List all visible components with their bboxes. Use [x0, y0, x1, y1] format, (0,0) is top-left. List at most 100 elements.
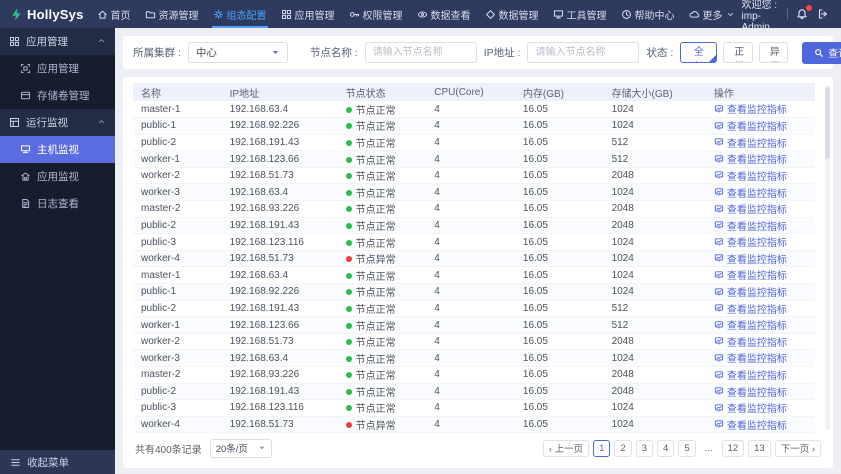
action-chart-icon [714, 321, 723, 329]
view-metrics-link[interactable]: 查看监控指标 [714, 101, 787, 116]
node-mem: 16.05 [514, 150, 604, 168]
node-name: public-2 [133, 300, 222, 318]
table-row: master-2 192.168.93.226 节点正常 4 16.05 2048 查看监控… [133, 200, 815, 218]
collapse-menu-icon [11, 458, 20, 466]
cluster-select[interactable]: 中心 [187, 42, 288, 63]
node-ip: 192.168.123.116 [221, 233, 338, 251]
node-name-input[interactable] [364, 42, 477, 63]
view-metrics-link[interactable]: 查看监控指标 [714, 251, 787, 266]
page-button-2[interactable]: 2 [614, 439, 632, 457]
view-metrics-link[interactable]: 查看监控指标 [714, 185, 787, 200]
view-metrics-link[interactable]: 查看监控指标 [714, 301, 787, 316]
nav-item-help[interactable]: 帮助中心 [614, 0, 682, 28]
status-option-0[interactable]: 全部状态 [680, 42, 718, 63]
node-status: 节点正常 [337, 217, 427, 235]
status-option-2[interactable]: 异常 [758, 42, 789, 63]
sidebar-item-storage[interactable]: 存储卷管理 [0, 82, 115, 109]
main-content: 所属集群 : 中心 节点名称 : IP地址 : 状态 : 全部状态正常异常 查询… [115, 28, 841, 474]
action-chart-icon [714, 354, 723, 362]
page-button-5[interactable]: 5 [678, 439, 696, 457]
action-chart-icon [714, 254, 723, 263]
ip-label: IP地址 : [483, 47, 521, 59]
next-page-button[interactable]: 下一页 › [774, 439, 821, 457]
node-storage: 2048 [603, 383, 706, 401]
view-metrics-link[interactable]: 查看监控指标 [714, 384, 787, 399]
page-button-13[interactable]: 13 [748, 439, 771, 457]
status-option-1[interactable]: 正常 [723, 42, 753, 63]
view-metrics-link[interactable]: 查看监控指标 [714, 284, 787, 299]
node-cpu: 4 [426, 383, 515, 401]
table-row: master-2 192.168.93.226 节点正常 4 16.05 2048 查看监控… [133, 366, 815, 384]
page-button-1[interactable]: 1 [593, 439, 611, 457]
page-size-select[interactable]: 20条/页 [209, 438, 272, 458]
node-ip: 192.168.191.43 [221, 217, 338, 235]
view-metrics-link[interactable]: 查看监控指标 [714, 168, 787, 183]
node-cpu: 4 [426, 200, 515, 218]
sidebar-item-app[interactable]: 应用管理 [0, 55, 115, 82]
node-name: public-3 [133, 399, 222, 417]
query-button[interactable]: 查询 [802, 41, 841, 64]
node-mem: 16.05 [514, 134, 604, 152]
action-chart-icon [714, 138, 723, 146]
column-header: 节点状态 [337, 83, 427, 101]
table-row: public-3 192.168.123.116 节点正常 4 16.05 1024 查看监… [133, 233, 815, 251]
view-metrics-link[interactable]: 查看监控指标 [714, 218, 787, 233]
view-metrics-link[interactable]: 查看监控指标 [714, 118, 787, 133]
node-name: worker-3 [133, 349, 222, 367]
sidebar-section-monitor-grid[interactable]: 运行监视 [0, 109, 115, 136]
folder-icon [145, 10, 155, 18]
nav-item-key[interactable]: 权限管理 [342, 0, 410, 28]
grid-icon [9, 36, 20, 47]
node-ip: 192.168.123.116 [221, 399, 338, 417]
table-scrollbar[interactable] [825, 85, 830, 430]
view-metrics-link[interactable]: 查看监控指标 [714, 417, 787, 432]
ip-input[interactable] [527, 42, 640, 63]
node-ip: 192.168.51.73 [221, 167, 338, 185]
view-metrics-link[interactable]: 查看监控指标 [714, 367, 787, 382]
collapse-menu-button[interactable]: 收起菜单 [0, 450, 115, 474]
scrollbar-thumb[interactable] [825, 87, 830, 159]
action-chart-icon [714, 221, 723, 229]
view-metrics-link[interactable]: 查看监控指标 [714, 135, 787, 150]
view-metrics-link[interactable]: 查看监控指标 [714, 234, 787, 249]
node-status: 节点正常 [337, 316, 427, 334]
page-button-4[interactable]: 4 [657, 439, 675, 457]
node-ip: 192.168.93.226 [221, 200, 338, 218]
node-status: 节点正常 [337, 383, 427, 401]
sidebar-section-grid[interactable]: 应用管理 [0, 28, 115, 55]
view-metrics-link[interactable]: 查看监控指标 [714, 334, 787, 349]
page-button-3[interactable]: 3 [635, 439, 654, 457]
prev-page-button[interactable]: ‹ 上一页 [542, 439, 590, 457]
nav-item-eye[interactable]: 数据查看 [410, 0, 478, 28]
sidebar-item-app-monitor[interactable]: 应用监视 [0, 163, 115, 190]
page-button-12[interactable]: 12 [721, 439, 745, 457]
action-chart-icon [714, 271, 723, 279]
notifications-button[interactable] [796, 5, 812, 20]
node-status: 节点正常 [337, 266, 427, 285]
nav-item-gear[interactable]: 组态配置 [206, 0, 274, 28]
node-status: 节点正常 [337, 150, 427, 168]
node-storage: 512 [603, 316, 706, 334]
view-metrics-link[interactable]: 查看监控指标 [714, 350, 787, 365]
view-metrics-link[interactable]: 查看监控指标 [714, 267, 787, 282]
nav-item-app-grid[interactable]: 应用管理 [274, 0, 342, 28]
view-metrics-link[interactable]: 查看监控指标 [714, 317, 787, 332]
nav-item-cloud[interactable]: 更多 [682, 0, 742, 28]
sidebar-item-log[interactable]: 日志查看 [0, 190, 115, 217]
nav-item-monitor[interactable]: 工具管理 [546, 0, 614, 28]
view-metrics-link[interactable]: 查看监控指标 [714, 400, 787, 415]
home-icon [97, 10, 107, 19]
view-metrics-link[interactable]: 查看监控指标 [714, 151, 787, 166]
node-name: worker-1 [133, 150, 222, 168]
node-storage: 1024 [603, 250, 706, 268]
column-header: CPU(Core) [426, 83, 515, 101]
logout-icon[interactable] [817, 8, 829, 20]
view-metrics-link[interactable]: 查看监控指标 [714, 201, 787, 216]
status-dot-icon [345, 106, 352, 113]
nav-item-folder[interactable]: 资源管理 [138, 0, 206, 28]
sidebar-item-host[interactable]: 主机监视 [0, 136, 115, 163]
node-cpu: 4 [426, 300, 515, 318]
nav-item-diamond[interactable]: 数据管理 [478, 0, 546, 28]
nav-item-home[interactable]: 首页 [90, 0, 138, 28]
app-logo[interactable]: HollySys [0, 0, 84, 28]
